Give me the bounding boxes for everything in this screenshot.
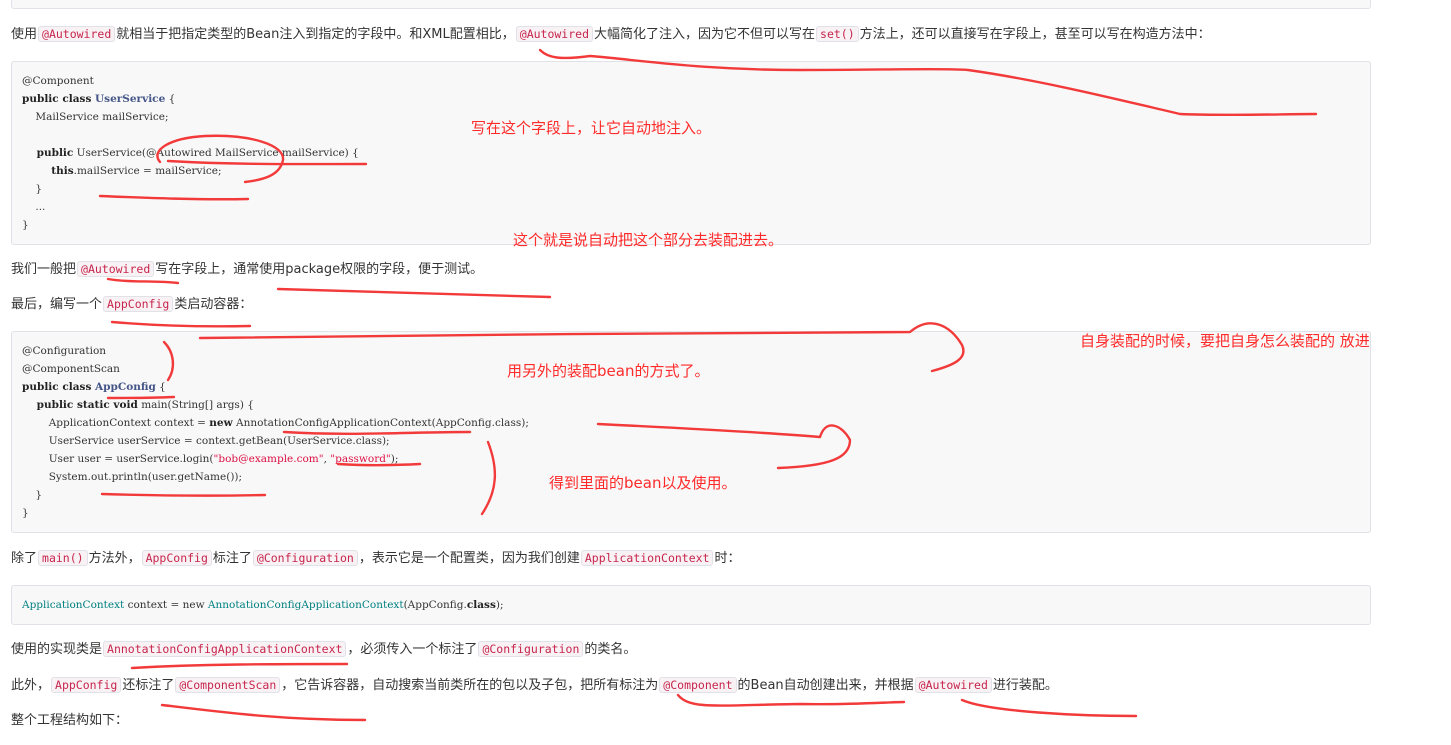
code-line: public class UserService { [22, 90, 1360, 108]
text: 的类名。 [584, 642, 637, 657]
code-line: } [22, 183, 43, 195]
text: 写在字段上，通常使用package权限的字段，便于测试。 [155, 262, 484, 277]
text: 时： [714, 551, 741, 566]
code-text: ); [390, 453, 399, 465]
class-name: AppConfig [95, 381, 156, 393]
inline-code: AnnotationConfigApplicationContext [103, 641, 347, 657]
code-text: { [165, 93, 176, 105]
string-literal: "password" [330, 453, 391, 465]
code-text: (AppConfig. [403, 599, 467, 611]
inline-code: main() [38, 550, 88, 566]
keyword: new [209, 417, 233, 429]
code-line: } [22, 507, 29, 519]
keyword: this [22, 165, 74, 177]
text: 我们一般把 [11, 262, 77, 277]
keyword: public class [22, 93, 96, 105]
code-text: User user = userService.login( [22, 453, 214, 465]
code-text: UserService(@Autowired MailService mailS… [73, 147, 359, 159]
keyword: public static void [22, 399, 138, 411]
keyword: public class [22, 381, 96, 393]
code-text: ); [495, 599, 504, 611]
paragraph-project-structure: 整个工程结构如下： [11, 711, 128, 731]
underline-mark [676, 693, 906, 707]
inline-code: @Component [659, 677, 737, 693]
text: 方法外， [88, 551, 141, 566]
code-line: ApplicationContext context = new Annotat… [22, 596, 1360, 614]
inline-code: set() [816, 26, 859, 42]
code-text: ApplicationContext context = [22, 417, 210, 429]
inline-code: ApplicationContext [580, 550, 714, 566]
underline-mark [160, 703, 367, 722]
text: 的Bean自动创建出来，并根据 [737, 678, 914, 693]
paragraph-implementation: 使用的实现类是 AnnotationConfigApplicationContex… [11, 639, 636, 660]
keyword: public [22, 147, 74, 159]
inline-code: @ComponentScan [175, 677, 281, 693]
annotation-note: 这个就是说自动把这个部分去装配进去。 [513, 231, 784, 249]
code-block-context: ApplicationContext context = new Annotat… [11, 585, 1371, 625]
text: 就相当于把指定类型的Bean注入到指定的字段中。和XML配置相比， [116, 27, 515, 42]
paragraph-configuration: 除了 main() 方法外， AppConfig 标注了 @Configuration ，表… [11, 548, 741, 569]
text: 还标注了 [122, 678, 175, 693]
inline-code: @Autowired [77, 261, 155, 277]
code-text: main(String[] args) { [137, 399, 254, 411]
class-name: ApplicationContext [22, 599, 125, 611]
text: 使用的实现类是 [11, 642, 103, 657]
text: 最后，编写一个 [11, 297, 103, 312]
code-block-userservice: @Component public class UserService { Ma… [11, 61, 1371, 245]
annotation-note: 得到里面的bean以及使用。 [549, 474, 737, 492]
code-text: .mailService = mailService; [73, 165, 222, 177]
paragraph-componentscan: 此外， AppConfig 还标注了 @ComponentScan ，它告诉容器，自动搜… [11, 675, 1058, 696]
code-line: ApplicationContext context = new Annotat… [22, 414, 1360, 432]
inline-code: AppConfig [51, 677, 122, 693]
text: 大幅简化了注入，因为它不但可以写在 [594, 27, 816, 42]
code-line: public UserService(@Autowired MailServic… [22, 144, 1360, 162]
code-line: @Component [22, 75, 94, 87]
code-line: ... [22, 201, 46, 213]
text: 使用 [11, 27, 38, 42]
underline-mark [110, 320, 252, 328]
paragraph-appconfig-intro: 最后，编写一个 AppConfig 类启动容器： [11, 294, 252, 315]
keyword: class [466, 599, 496, 611]
text: ，必须传入一个标注了 [347, 642, 478, 657]
text: 整个工程结构如下： [11, 713, 129, 728]
class-name: UserService [95, 93, 166, 105]
inline-code: @Configuration [252, 550, 358, 566]
class-name: AnnotationConfigApplicationContext [207, 599, 404, 611]
code-text: AnnotationConfigApplicationContext(AppCo… [232, 417, 529, 429]
underline-mark [276, 287, 552, 299]
underline-mark [960, 698, 1138, 718]
annotation-note: 用另外的装配bean的方式了。 [507, 362, 710, 380]
inline-code: AppConfig [141, 550, 212, 566]
text: 进行装配。 [992, 678, 1058, 693]
code-line: UserService userService = context.getBea… [22, 435, 390, 447]
text: 标注了 [212, 551, 252, 566]
text: 此外， [11, 678, 51, 693]
code-text: { [155, 381, 166, 393]
annotation-note: 写在这个字段上，让它自动地注入。 [471, 119, 712, 137]
code-line: User user = userService.login("bob@examp… [22, 450, 1360, 468]
text: 除了 [11, 551, 38, 566]
inline-code: @Autowired [38, 26, 116, 42]
annotation-note: 自身装配的时候，要把自身怎么装配的 放进 [1080, 332, 1370, 350]
inline-code: @Configuration [478, 641, 584, 657]
text: 方法上，还可以直接写在字段上，甚至可以写在构造方法中： [859, 27, 1211, 42]
inline-code: AppConfig [103, 296, 174, 312]
paragraph-field-injection: 我们一般把 @Autowired 写在字段上，通常使用package权限的字段，便于… [11, 259, 483, 280]
code-line: public static void main(String[] args) { [22, 396, 1360, 414]
underline-mark [130, 662, 349, 670]
paragraph-autowired-intro: 使用 @Autowired 就相当于把指定类型的Bean注入到指定的字段中。和XML… [11, 24, 1211, 45]
text: 类启动容器： [174, 297, 253, 312]
text: ，它告诉容器，自动搜索当前类所在的包以及子包，把所有标注为 [281, 678, 659, 693]
string-literal: "bob@example.com" [213, 453, 324, 465]
code-line: this.mailService = mailService; [22, 162, 1360, 180]
inline-code: @Autowired [914, 677, 992, 693]
code-text: context = new [124, 599, 208, 611]
previous-code-block [11, 0, 1371, 9]
text: ，表示它是一个配置类，因为我们创建 [358, 551, 580, 566]
inline-code: @Autowired [515, 26, 594, 42]
